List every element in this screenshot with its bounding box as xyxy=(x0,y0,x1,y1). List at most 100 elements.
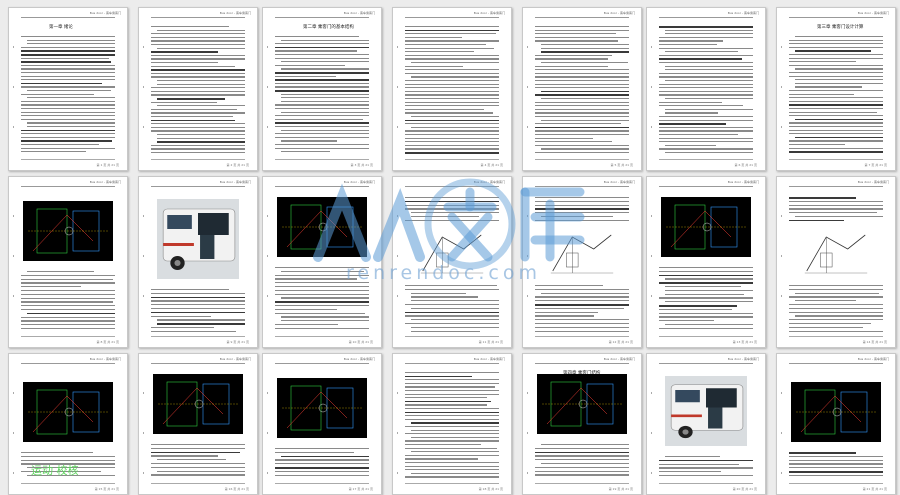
text-line xyxy=(535,152,629,154)
page-thumbnail[interactable]: Bus door - 客车乘客门第 14 页 共 21 页 xyxy=(776,176,896,348)
page-footer: 第 13 页 共 21 页 xyxy=(732,340,757,344)
text-line xyxy=(795,292,880,294)
page-thumbnail[interactable]: Bus door - 客车乘客门第 20 页 共 21 页 xyxy=(646,353,766,495)
header-rule xyxy=(535,186,629,187)
text-line xyxy=(405,382,499,385)
page-thumbnail[interactable]: Bus door - 客车乘客门第 1 页 共 21 页 第一章 绪论 xyxy=(8,7,128,171)
text-line xyxy=(541,47,629,49)
text-line xyxy=(405,101,499,103)
page-thumbnail[interactable]: Bus door - 客车乘客门第 16 页 共 21 页 xyxy=(138,353,258,495)
text-line xyxy=(411,451,499,453)
margin-mark xyxy=(527,86,528,88)
text-line xyxy=(281,39,369,41)
text-line xyxy=(535,326,629,329)
text-line xyxy=(665,33,753,35)
text-line xyxy=(665,69,753,71)
page-thumbnail[interactable]: Bus door - 客车乘客门第 5 页 共 21 页 xyxy=(522,7,642,171)
text-line xyxy=(659,305,737,307)
text-line xyxy=(789,285,883,287)
text-line xyxy=(789,296,883,298)
margin-mark xyxy=(267,215,268,217)
page-header: Bus door - 客车乘客门 xyxy=(857,357,889,361)
text-line xyxy=(535,72,629,75)
page-thumbnail[interactable]: Bus door - 客车乘客门第 17 页 共 21 页 xyxy=(262,353,382,495)
text-line xyxy=(405,458,478,460)
text-line xyxy=(275,90,369,92)
text-line xyxy=(275,451,355,454)
text-line xyxy=(275,136,369,139)
text-line xyxy=(405,51,475,53)
text-line xyxy=(21,136,115,139)
text-line xyxy=(21,61,112,63)
text-line xyxy=(275,79,369,81)
text-line xyxy=(157,47,245,49)
text-line xyxy=(795,300,856,302)
page-footer: 第 14 页 共 21 页 xyxy=(862,340,887,344)
page-thumbnail[interactable]: Bus door - 客车乘客门第 7 页 共 21 页 第三章 乘客门设计计算 xyxy=(776,7,896,171)
text-line xyxy=(541,62,628,64)
text-line xyxy=(789,304,883,306)
text-line xyxy=(535,447,629,450)
page-thumbnail[interactable]: Bus door - 客车乘客门第 6 页 共 21 页 xyxy=(646,7,766,171)
text-line xyxy=(789,151,883,153)
text-line xyxy=(275,467,369,469)
page-thumbnail[interactable]: Bus door - 客车乘客门第 12 页 共 21 页 xyxy=(522,176,642,348)
text-line xyxy=(275,122,369,124)
text-line xyxy=(405,105,499,107)
text-line xyxy=(659,123,726,125)
margin-mark xyxy=(397,86,398,88)
page-thumbnail[interactable]: Bus door - 客车乘客门第 10 页 共 21 页 xyxy=(262,176,382,348)
text-line xyxy=(151,466,245,469)
text-line xyxy=(659,44,718,46)
page-thumbnail[interactable]: Bus door - 客车乘客门第 9 页 共 21 页 xyxy=(138,176,258,348)
text-line xyxy=(659,148,753,150)
text-line xyxy=(659,72,753,75)
text-line xyxy=(405,393,499,395)
text-line xyxy=(411,472,499,475)
text-line xyxy=(411,300,499,302)
page-thumbnail[interactable]: Bus door - 客车乘客门第 13 页 共 21 页 xyxy=(646,176,766,348)
text-line xyxy=(411,116,499,118)
text-line xyxy=(789,72,883,74)
page-thumbnail[interactable]: Bus door - 客车乘客门第 19 页 共 21 页第四章 乘客门结构 xyxy=(522,353,642,495)
page-header: Bus door - 客车乘客门 xyxy=(219,11,251,15)
margin-mark xyxy=(781,126,782,128)
text-line xyxy=(795,86,862,88)
text-line xyxy=(21,144,100,146)
text-line xyxy=(21,104,115,106)
text-line xyxy=(535,144,629,147)
text-line xyxy=(795,315,883,317)
page-thumbnail[interactable]: Bus door - 客车乘客门第 4 页 共 21 页 xyxy=(392,7,512,171)
page-thumbnail[interactable]: Bus door - 客车乘客门第 21 页 共 21 页 xyxy=(776,353,896,495)
page-thumbnail[interactable]: Bus door - 客车乘客门第 15 页 共 21 页 运动 校核 xyxy=(8,353,128,495)
text-line xyxy=(21,320,115,322)
text-line xyxy=(281,100,369,103)
text-line xyxy=(405,379,499,381)
margin-mark xyxy=(267,392,268,394)
text-line xyxy=(535,141,613,143)
page-thumbnail[interactable]: Bus door - 客车乘客门第 3 页 共 21 页 第二章 乘客门的基本结构 xyxy=(262,7,382,171)
margin-mark xyxy=(527,392,528,394)
margin-mark xyxy=(397,255,398,257)
text-line xyxy=(659,54,753,57)
text-line xyxy=(535,80,629,82)
text-line xyxy=(27,312,115,315)
page-thumbnail[interactable]: Bus door - 客车乘客门第 2 页 共 21 页 xyxy=(138,7,258,171)
text-line xyxy=(275,327,369,330)
text-line xyxy=(405,418,499,421)
page-thumbnail[interactable]: Bus door - 客车乘客门第 8 页 共 21 页 xyxy=(8,176,128,348)
text-line xyxy=(151,144,245,147)
text-line xyxy=(405,69,499,71)
footer-rule xyxy=(535,483,629,484)
text-line xyxy=(151,94,245,96)
page-thumbnail[interactable]: Bus door - 客车乘客门第 11 页 共 21 页 xyxy=(392,176,512,348)
text-line xyxy=(157,470,245,472)
page-header: Bus door - 客车乘客门 xyxy=(89,180,121,184)
text-line xyxy=(275,36,360,38)
text-line xyxy=(789,64,883,67)
text-line xyxy=(151,40,245,42)
text-line xyxy=(411,422,499,424)
text-line xyxy=(157,323,245,325)
text-line xyxy=(659,267,753,269)
page-thumbnail[interactable]: Bus door - 客车乘客门第 18 页 共 21 页 xyxy=(392,353,512,495)
